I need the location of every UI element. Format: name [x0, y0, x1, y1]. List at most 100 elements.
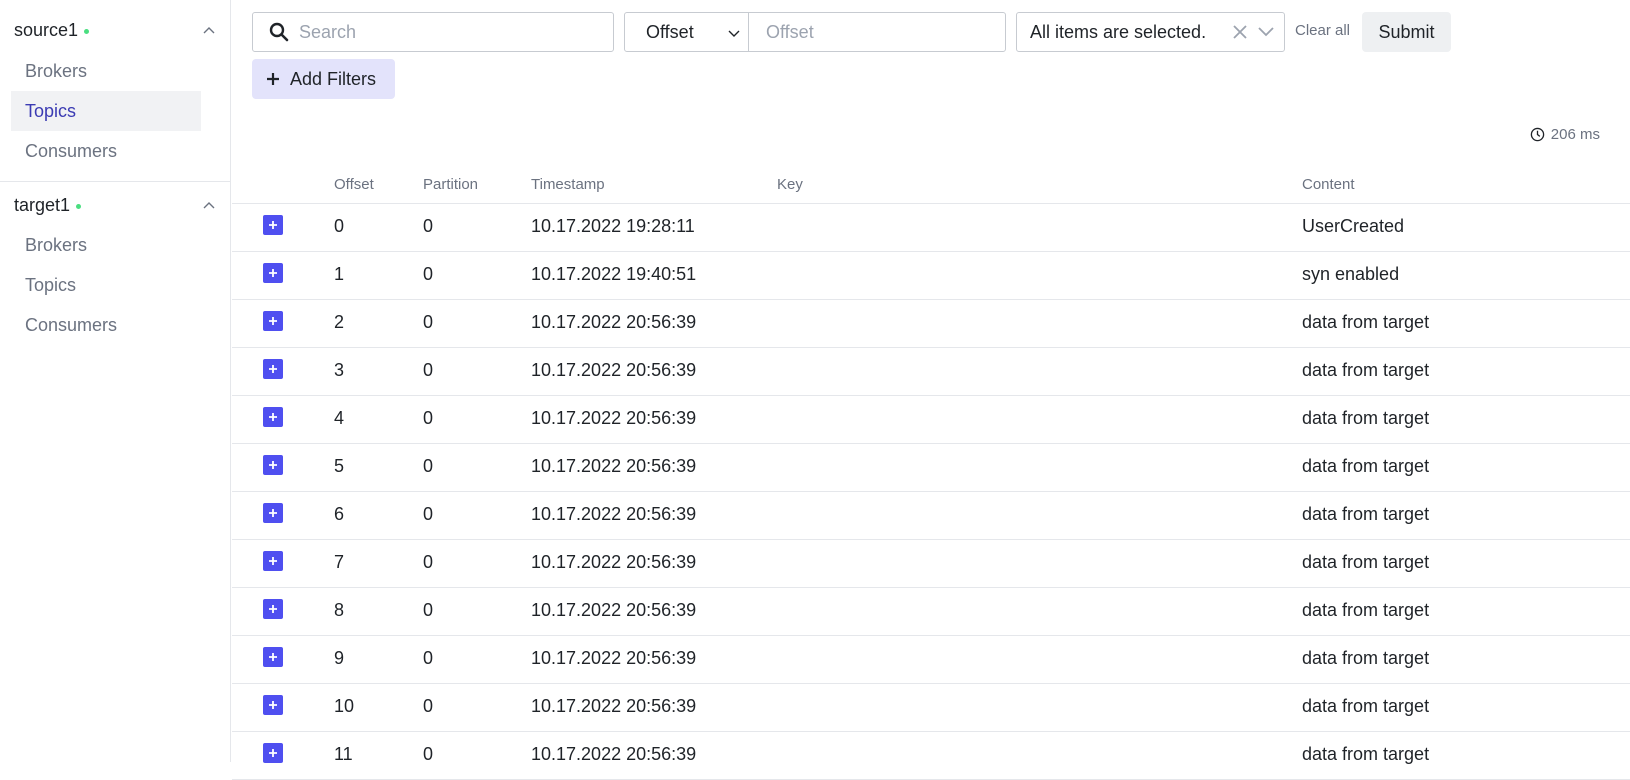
cluster-name: target1 — [14, 194, 71, 215]
status-online-dot — [84, 28, 90, 34]
cluster-target1: target1 Brokers Topics Consumers — [0, 185, 230, 345]
column-header-offset: Offset — [334, 176, 374, 193]
cell-offset: 4 — [334, 408, 345, 428]
sidebar-item-consumers[interactable]: Consumers — [11, 305, 201, 345]
seek-type-select[interactable]: Offset — [624, 12, 749, 52]
sidebar-item-brokers[interactable]: Brokers — [11, 225, 201, 265]
column-header-key: Key — [777, 176, 803, 193]
search-icon — [269, 22, 289, 42]
cell-timestamp: 10.17.2022 20:56:39 — [531, 552, 697, 572]
cluster-name: source1 — [14, 19, 79, 40]
cell-partition: 0 — [423, 552, 434, 572]
cell-partition: 0 — [423, 312, 434, 332]
cell-content: data from target — [1302, 408, 1430, 428]
add-filters-button[interactable]: Add Filters — [252, 59, 395, 99]
cell-offset: 2 — [334, 312, 345, 332]
expand-plus-icon[interactable] — [263, 263, 283, 283]
sidebar-item-brokers[interactable]: Brokers — [11, 51, 201, 91]
table-row: 8 0 10.17.2022 20:56:39 data from target — [232, 588, 1630, 636]
column-header-timestamp: Timestamp — [531, 176, 605, 193]
chevron-down-icon[interactable] — [1258, 27, 1274, 37]
partitions-select[interactable]: All items are selected. — [1016, 12, 1285, 52]
messages-table: Offset Partition Timestamp Key Content 0… — [232, 163, 1630, 780]
submit-button[interactable]: Submit — [1362, 12, 1451, 52]
elapsed-time: 206 ms — [1530, 126, 1600, 143]
expand-plus-icon[interactable] — [263, 455, 283, 475]
table-row: 0 0 10.17.2022 19:28:11 UserCreated — [232, 204, 1630, 252]
partitions-value: All items are selected. — [1030, 21, 1207, 42]
cluster-header-target1[interactable]: target1 — [0, 185, 230, 225]
expand-plus-icon[interactable] — [263, 311, 283, 331]
sidebar-item-consumers[interactable]: Consumers — [11, 131, 201, 171]
sidebar-item-topics[interactable]: Topics — [11, 91, 201, 131]
cell-timestamp: 10.17.2022 19:28:11 — [531, 216, 695, 236]
cell-content: data from target — [1302, 360, 1430, 380]
status-online-dot — [76, 203, 82, 209]
expand-plus-icon[interactable] — [263, 743, 283, 763]
table-header: Offset Partition Timestamp Key Content — [232, 163, 1630, 204]
cell-content: data from target — [1302, 456, 1430, 476]
cell-partition: 0 — [423, 696, 434, 716]
table-body: 0 0 10.17.2022 19:28:11 UserCreated 1 0 10.17.… — [232, 204, 1630, 780]
cluster-header-source1[interactable]: source1 — [0, 10, 230, 50]
cell-timestamp: 10.17.2022 20:56:39 — [531, 360, 697, 380]
expand-plus-icon[interactable] — [263, 695, 283, 715]
cell-content: data from target — [1302, 648, 1430, 668]
seek-type-value: Offset — [646, 21, 694, 42]
expand-plus-icon[interactable] — [263, 215, 283, 235]
table-row: 7 0 10.17.2022 20:56:39 data from target — [232, 540, 1630, 588]
plus-icon — [266, 72, 280, 86]
table-row: 4 0 10.17.2022 20:56:39 data from target — [232, 396, 1630, 444]
offset-input[interactable] — [764, 20, 988, 44]
cell-timestamp: 10.17.2022 20:56:39 — [531, 648, 697, 668]
chevron-down-icon — [728, 22, 740, 43]
chevron-up-icon[interactable] — [202, 198, 216, 212]
cell-offset: 6 — [334, 504, 345, 524]
cell-timestamp: 10.17.2022 20:56:39 — [531, 408, 697, 428]
table-row: 9 0 10.17.2022 20:56:39 data from target — [232, 636, 1630, 684]
cell-offset: 5 — [334, 456, 345, 476]
column-header-partition: Partition — [423, 176, 479, 193]
cell-content: data from target — [1302, 552, 1430, 572]
cell-offset: 7 — [334, 552, 345, 572]
cell-content: data from target — [1302, 312, 1430, 332]
close-icon[interactable] — [1232, 24, 1248, 40]
search-box — [252, 12, 614, 52]
add-filters-label: Add Filters — [290, 68, 377, 89]
cell-offset: 8 — [334, 600, 345, 620]
clock-icon — [1530, 127, 1545, 142]
table-row: 5 0 10.17.2022 20:56:39 data from target — [232, 444, 1630, 492]
cell-content: data from target — [1302, 504, 1430, 524]
cell-partition: 0 — [423, 408, 434, 428]
table-row: 1 0 10.17.2022 19:40:51 syn enabled — [232, 252, 1630, 300]
cell-partition: 0 — [423, 648, 434, 668]
cell-content: data from target — [1302, 600, 1430, 620]
cell-offset: 10 — [334, 696, 355, 716]
expand-plus-icon[interactable] — [263, 599, 283, 619]
expand-plus-icon[interactable] — [263, 407, 283, 427]
cell-partition: 0 — [423, 456, 434, 476]
cell-partition: 0 — [423, 264, 434, 284]
cell-timestamp: 10.17.2022 20:56:39 — [531, 696, 697, 716]
cell-offset: 9 — [334, 648, 345, 668]
cell-timestamp: 10.17.2022 20:56:39 — [531, 456, 697, 476]
cell-timestamp: 10.17.2022 20:56:39 — [531, 504, 697, 524]
search-input[interactable] — [297, 20, 613, 44]
expand-plus-icon[interactable] — [263, 647, 283, 667]
offset-field — [748, 12, 1006, 52]
sidebar-item-topics[interactable]: Topics — [11, 265, 201, 305]
column-header-content: Content — [1302, 176, 1355, 193]
cell-timestamp: 10.17.2022 20:56:39 — [531, 600, 697, 620]
cluster-source1: source1 Brokers Topics Consumers — [0, 10, 230, 171]
table-row: 6 0 10.17.2022 20:56:39 data from target — [232, 492, 1630, 540]
cell-offset: 3 — [334, 360, 345, 380]
clear-all-button[interactable]: Clear all — [1295, 22, 1350, 39]
expand-plus-icon[interactable] — [263, 551, 283, 571]
expand-plus-icon[interactable] — [263, 359, 283, 379]
elapsed-value: 206 ms — [1550, 126, 1600, 143]
chevron-up-icon[interactable] — [202, 23, 216, 37]
sidebar: source1 Brokers Topics Consumers target1… — [0, 0, 231, 762]
expand-plus-icon[interactable] — [263, 503, 283, 523]
cell-partition: 0 — [423, 600, 434, 620]
cell-offset: 0 — [334, 216, 345, 236]
